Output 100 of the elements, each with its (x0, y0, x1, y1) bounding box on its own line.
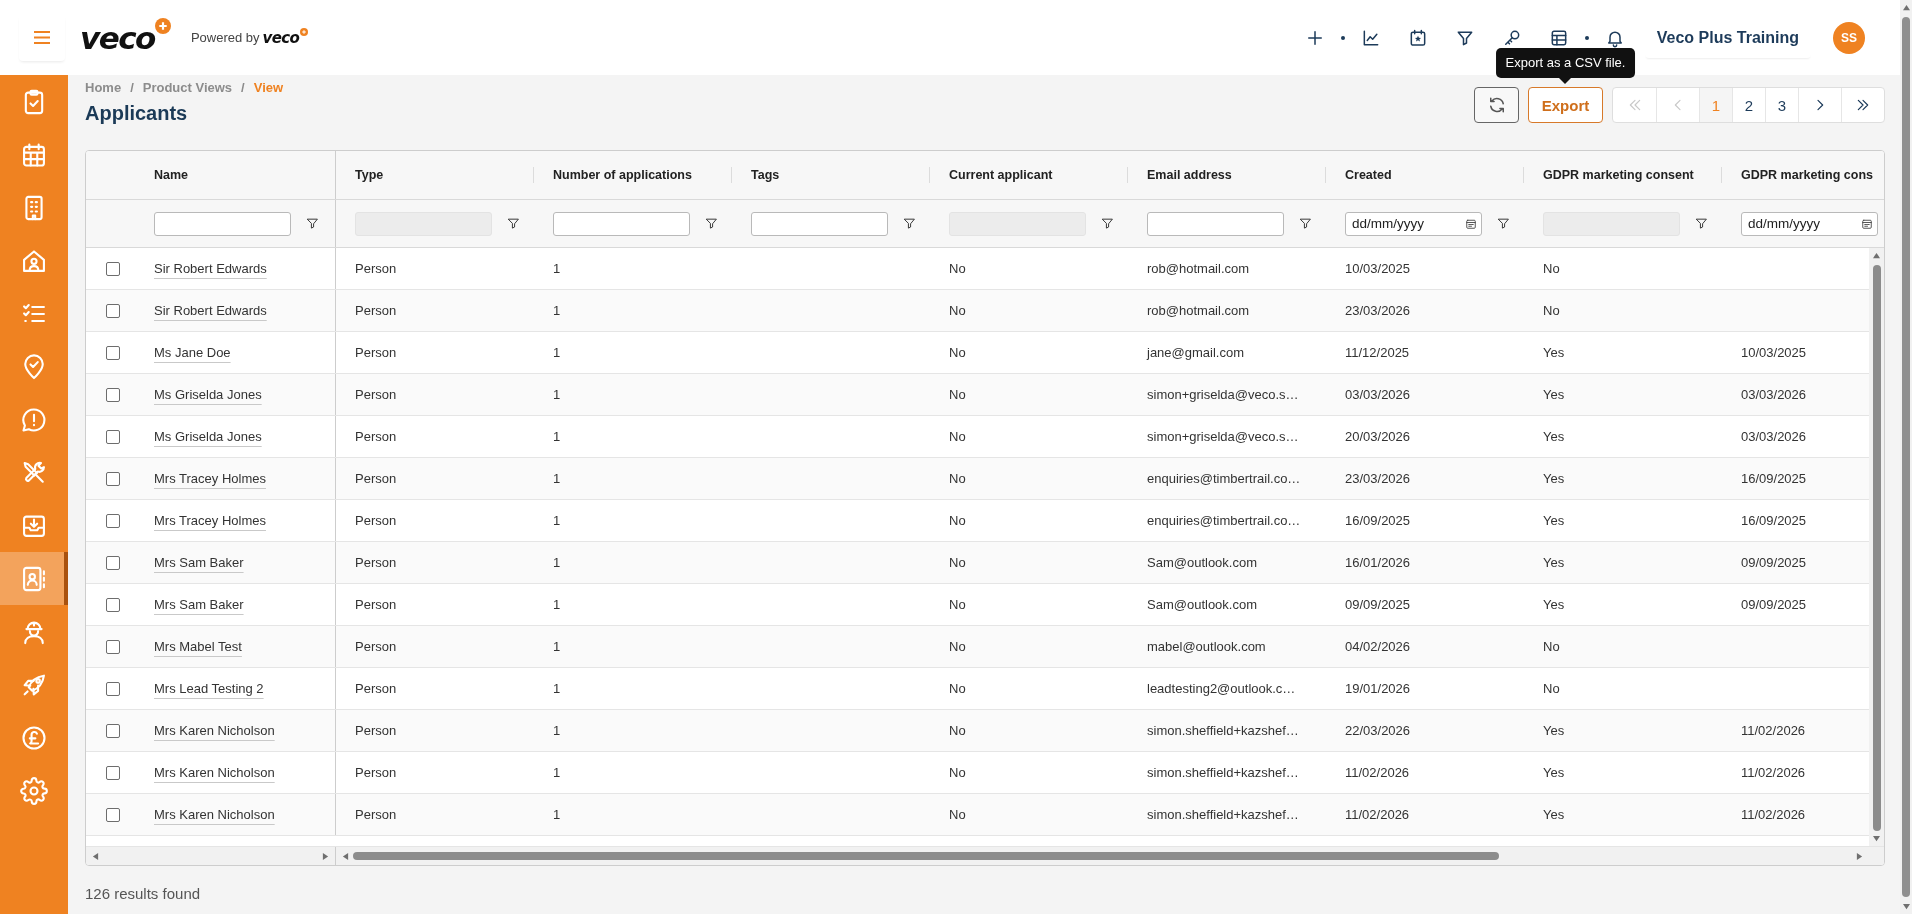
filter-icon[interactable] (1299, 217, 1312, 230)
breadcrumb-separator: / (241, 80, 245, 96)
column-header[interactable]: GDPR marketing consent (1543, 168, 1694, 182)
export-button[interactable]: Export (1528, 87, 1603, 123)
table-cell: 16/01/2026 (1345, 555, 1411, 570)
triangle-right-icon[interactable] (1856, 852, 1863, 860)
filter-field[interactable] (1147, 211, 1284, 236)
row-checkbox[interactable] (106, 345, 120, 360)
name-link[interactable]: Sir Robert Edwards (154, 261, 267, 276)
name-link[interactable]: Mrs Lead Testing 2 (154, 681, 264, 696)
row-checkbox[interactable] (106, 765, 120, 780)
date-filter-field[interactable]: dd/mm/yyyy (1741, 211, 1878, 236)
column-header[interactable]: Email address (1147, 168, 1232, 182)
row-checkbox[interactable] (106, 261, 120, 276)
dot-icon (1584, 35, 1589, 40)
table-cell: Sam@outlook.com (1147, 555, 1258, 570)
filter-icon[interactable] (306, 217, 319, 230)
column-header[interactable]: GDPR marketing cons (1741, 168, 1873, 182)
menu-icon (34, 31, 50, 44)
scrollbar-thumb[interactable] (1872, 265, 1881, 831)
sidebar-item[interactable] (0, 552, 68, 605)
filter-icon[interactable] (1695, 217, 1708, 230)
column-header[interactable]: Created (1345, 168, 1392, 182)
name-link[interactable]: Ms Griselda Jones (154, 429, 262, 444)
table-cell: Yes (1543, 555, 1565, 570)
row-checkbox[interactable] (106, 723, 120, 738)
triangle-up-icon[interactable] (1902, 4, 1910, 11)
scrollbar-thumb[interactable] (353, 852, 1499, 860)
column-header[interactable]: Number of applications (553, 168, 692, 182)
triangle-up-icon[interactable] (1873, 252, 1880, 259)
table-cell: 1 (553, 513, 561, 528)
triangle-down-icon[interactable] (1873, 835, 1880, 842)
row-checkbox[interactable] (106, 555, 120, 570)
table-cell: No (949, 261, 966, 276)
row-checkbox[interactable] (106, 807, 120, 822)
table-cell: 1 (553, 807, 561, 822)
calendar-icon[interactable] (1861, 217, 1873, 230)
page-button[interactable]: 3 (1765, 88, 1798, 122)
filter-field[interactable] (553, 211, 690, 236)
name-link[interactable]: Mrs Karen Nicholson (154, 807, 275, 822)
breadcrumb-current: View (253, 80, 284, 96)
row-checkbox[interactable] (106, 303, 120, 318)
row-checkbox[interactable] (106, 681, 120, 696)
row-checkbox[interactable] (106, 597, 120, 612)
name-link[interactable]: Mrs Mabel Test (154, 639, 242, 654)
table-cell: Sam@outlook.com (1147, 597, 1258, 612)
name-link[interactable]: Mrs Karen Nicholson (154, 723, 275, 738)
table-cell: No (949, 765, 966, 780)
filter-icon[interactable] (1497, 217, 1510, 230)
refresh-button[interactable] (1474, 87, 1519, 123)
triangle-left-icon[interactable] (92, 852, 99, 860)
name-link[interactable]: Mrs Karen Nicholson (154, 765, 275, 780)
filter-icon[interactable] (1101, 217, 1114, 230)
vertical-scrollbar[interactable] (1869, 248, 1884, 846)
date-filter-field[interactable]: dd/mm/yyyy (1345, 211, 1482, 236)
table-cell: Person (355, 345, 397, 360)
table-cell: Person (355, 513, 397, 528)
column-header[interactable]: Tags (751, 168, 780, 182)
column-header[interactable]: Current applicant (949, 168, 1053, 182)
table-cell: No (949, 807, 966, 822)
calendar-icon[interactable] (1465, 217, 1477, 230)
filter-field[interactable] (154, 211, 291, 236)
horizontal-scrollbar[interactable] (336, 847, 1869, 865)
table-cell: Person (355, 303, 397, 318)
name-link[interactable]: Mrs Sam Baker (154, 555, 244, 570)
table-cell: 1 (553, 387, 561, 402)
table-cell: No (949, 639, 966, 654)
row-checkbox[interactable] (106, 429, 120, 444)
triangle-down-icon[interactable] (1902, 903, 1910, 910)
table-cell: 11/02/2026 (1741, 723, 1806, 738)
table-cell: 09/09/2025 (1345, 597, 1411, 612)
name-link[interactable]: Mrs Tracey Holmes (154, 513, 266, 528)
table-cell: leadtesting2@outlook.c… (1147, 681, 1296, 696)
name-link[interactable]: Mrs Tracey Holmes (154, 471, 266, 486)
triangle-right-icon[interactable] (322, 852, 329, 860)
name-link[interactable]: Ms Griselda Jones (154, 387, 262, 402)
table-cell: 03/03/2026 (1345, 387, 1411, 402)
name-link[interactable]: Sir Robert Edwards (154, 303, 267, 318)
filter-icon[interactable] (903, 217, 916, 230)
name-link[interactable]: Ms Jane Doe (154, 345, 231, 360)
row-checkbox[interactable] (106, 387, 120, 402)
scrollbar-thumb[interactable] (1902, 17, 1910, 897)
name-link[interactable]: Mrs Sam Baker (154, 597, 244, 612)
row-checkbox[interactable] (106, 471, 120, 486)
table-cell: 1 (553, 471, 561, 486)
table-cell: Yes (1543, 429, 1565, 444)
column-header[interactable]: Type (355, 168, 384, 182)
filter-icon[interactable] (507, 217, 520, 230)
triangle-left-icon[interactable] (342, 852, 349, 860)
row-checkbox[interactable] (106, 639, 120, 654)
logo-text: veco (80, 20, 155, 55)
row-checkbox[interactable] (106, 513, 120, 528)
page-button[interactable]: 2 (1732, 88, 1765, 122)
horizontal-scrollbar[interactable] (86, 847, 336, 865)
calendar-icon (20, 140, 48, 169)
filter-icon[interactable] (705, 217, 718, 230)
table-cell: 16/09/2025 (1741, 471, 1807, 486)
account-button[interactable]: Veco Plus Training (1644, 17, 1811, 58)
filter-field[interactable] (751, 211, 888, 236)
column-header[interactable]: Name (154, 168, 189, 182)
